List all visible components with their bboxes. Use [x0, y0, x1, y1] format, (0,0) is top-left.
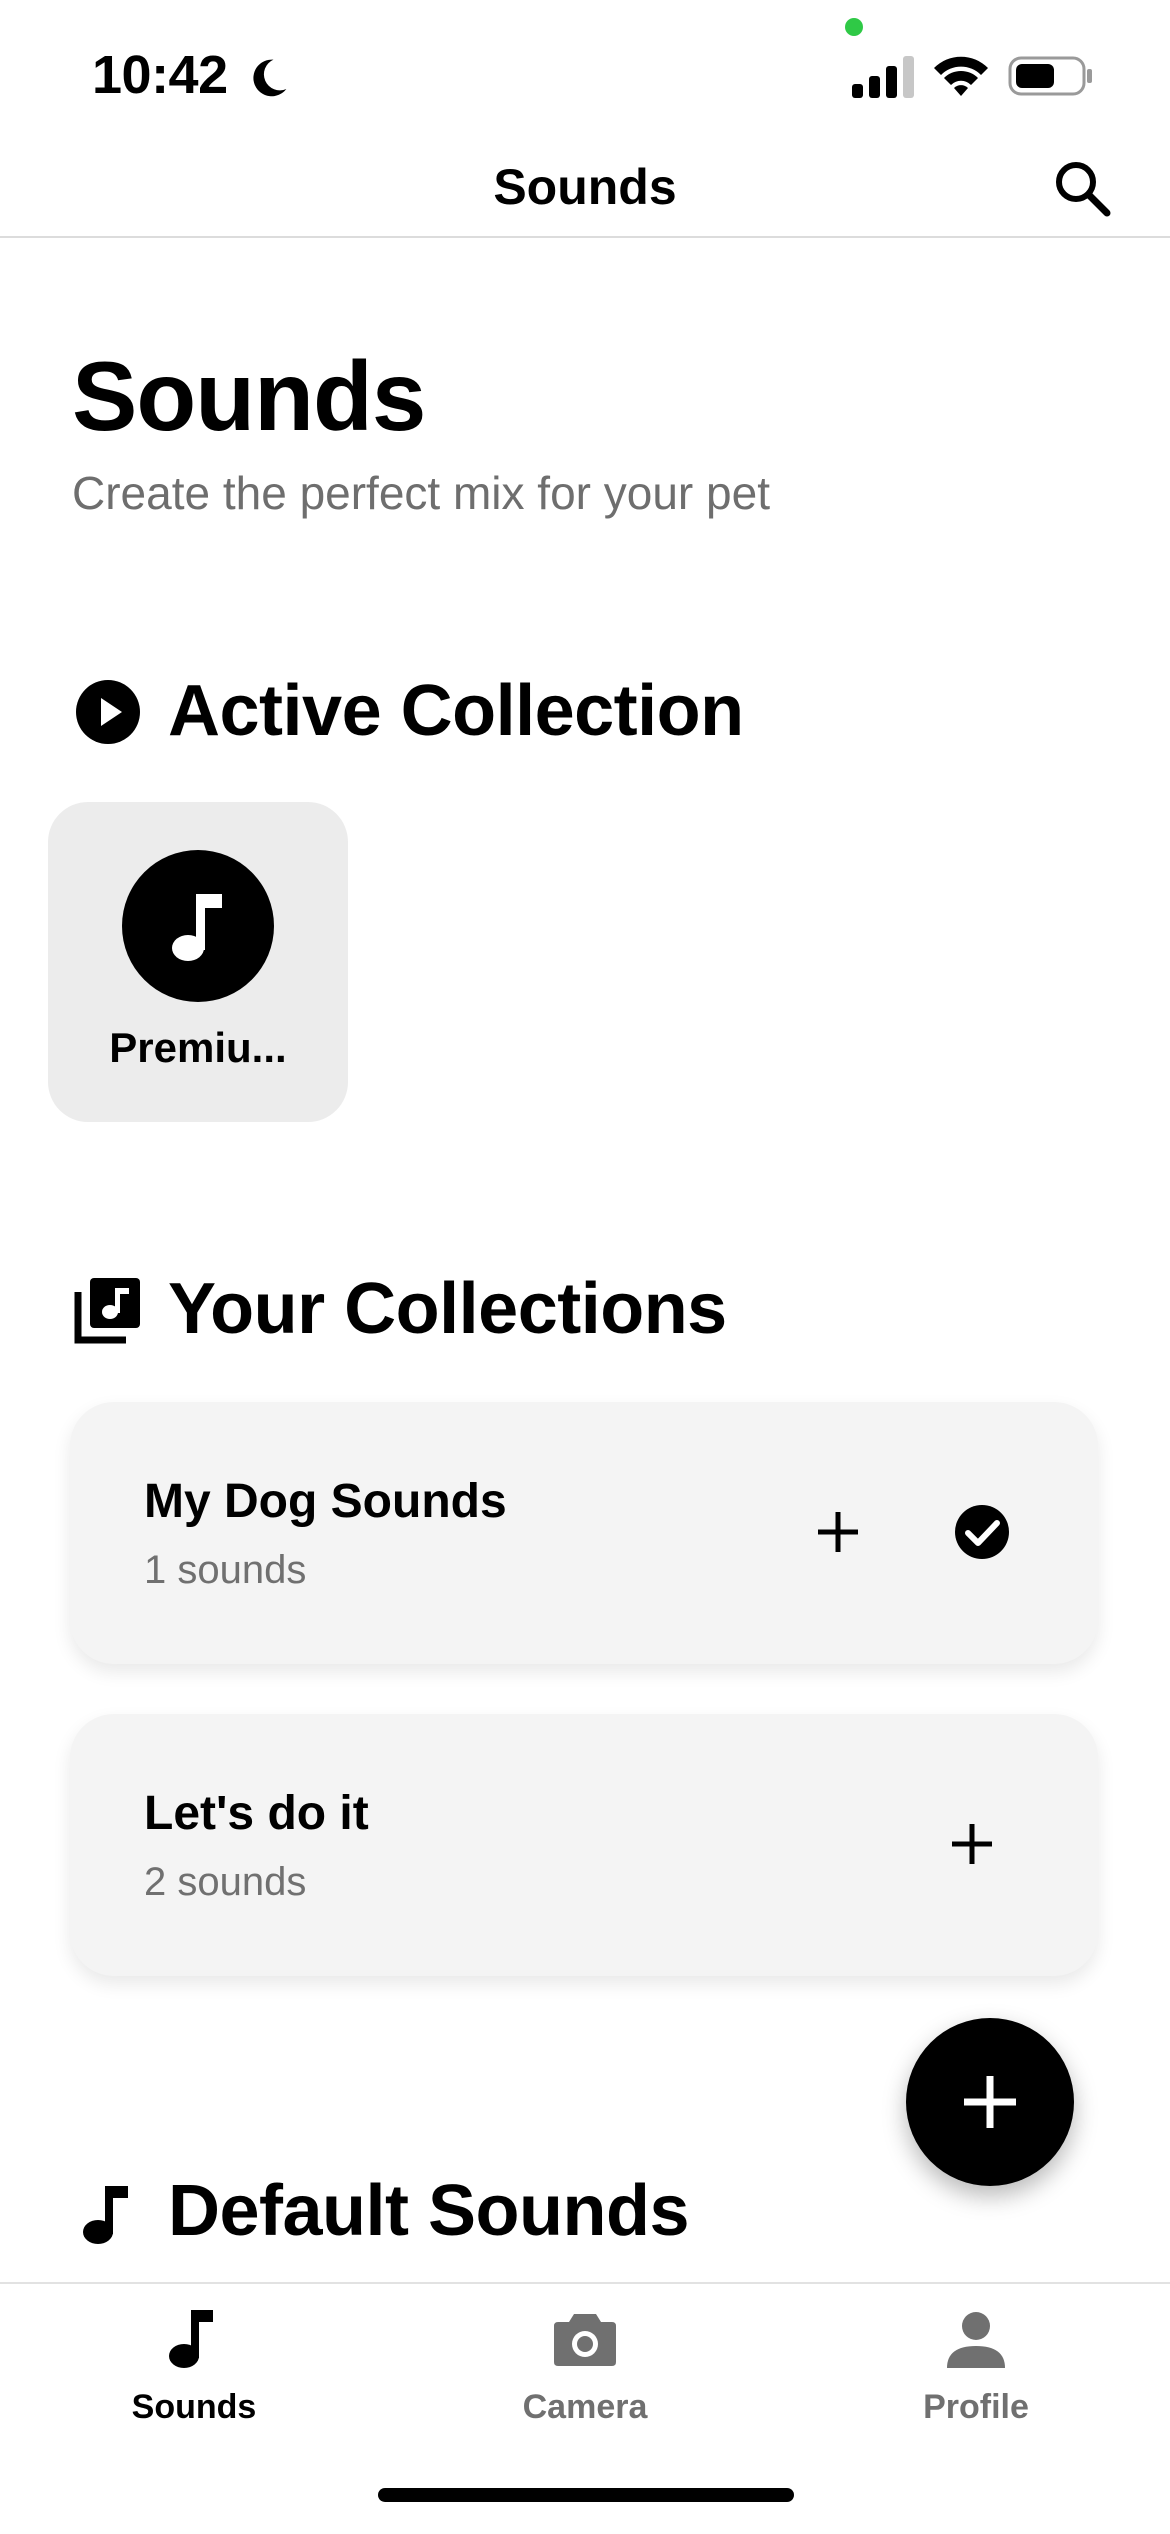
add-collection-fab[interactable] [906, 2018, 1074, 2186]
library-music-icon [74, 1278, 140, 1344]
status-time: 10:42 [92, 45, 228, 105]
home-indicator [378, 2488, 794, 2502]
collection-name: Let's do it [144, 1787, 369, 1840]
tab-profile[interactable]: Profile [826, 2306, 1126, 2456]
collection-card[interactable]: Let's do it 2 sounds [70, 1714, 1098, 1976]
active-check-icon[interactable] [952, 1502, 1012, 1562]
battery-icon [1008, 56, 1092, 96]
nav-divider [0, 236, 1170, 238]
search-icon[interactable] [1052, 158, 1112, 218]
collection-card[interactable]: My Dog Sounds 1 sounds [70, 1402, 1098, 1664]
tab-camera[interactable]: Camera [435, 2306, 735, 2456]
section-title-default-sounds: Default Sounds [168, 2171, 690, 2251]
person-icon [947, 2312, 1005, 2368]
tab-label: Camera [522, 2388, 648, 2426]
moon-icon [253, 59, 287, 97]
nav-title: Sounds [493, 159, 677, 215]
tab-label: Sounds [131, 2388, 257, 2426]
collection-name: My Dog Sounds [144, 1475, 507, 1528]
tab-label: Profile [923, 2388, 1029, 2426]
page-title: Sounds [72, 341, 426, 451]
music-note-icon [83, 2186, 128, 2244]
recording-indicator-dot [845, 18, 863, 36]
add-sound-button[interactable] [942, 1814, 1002, 1874]
camera-icon [554, 2314, 616, 2366]
add-sound-button[interactable] [808, 1502, 868, 1562]
page-subtitle: Create the perfect mix for your pet [72, 467, 770, 519]
section-title-active-collection: Active Collection [168, 671, 744, 751]
collection-sound-count: 2 sounds [144, 1860, 307, 1904]
collection-sound-count: 1 sounds [144, 1548, 307, 1592]
music-note-icon [172, 894, 222, 961]
active-collection-card[interactable]: Premiu... [48, 802, 348, 1122]
active-collection-artwork [122, 850, 274, 1002]
active-collection-label: Premiu... [109, 1024, 287, 1071]
section-title-your-collections: Your Collections [168, 1269, 727, 1349]
play-circle-icon [76, 680, 140, 744]
plus-icon [964, 2076, 1016, 2128]
wifi-icon [934, 56, 988, 96]
cellular-signal-icon [852, 56, 914, 98]
tab-sounds[interactable]: Sounds [44, 2306, 344, 2456]
music-note-icon [169, 2310, 213, 2368]
